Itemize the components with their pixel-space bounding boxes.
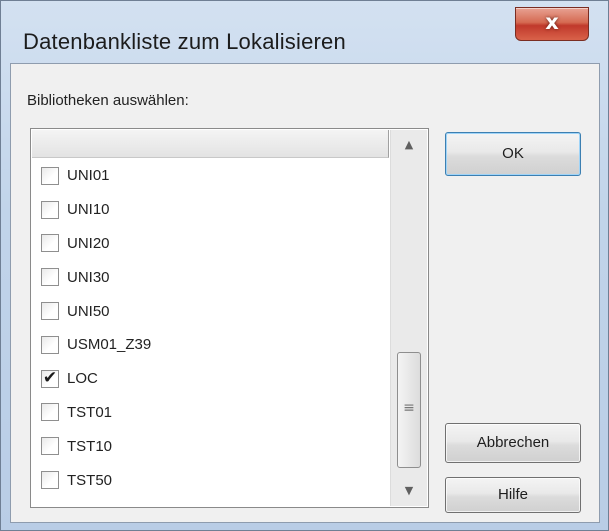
scroll-thumb[interactable]: ≡ xyxy=(397,352,421,468)
checkbox[interactable] xyxy=(41,268,59,287)
checkbox[interactable] xyxy=(41,302,59,321)
window-title: Datenbankliste zum Lokalisieren xyxy=(23,29,346,54)
checkbox[interactable] xyxy=(41,335,59,354)
list-item[interactable]: UNI01 xyxy=(32,159,389,193)
list-item-label: UNI20 xyxy=(67,234,110,252)
cancel-button[interactable]: Abbrechen xyxy=(445,423,581,463)
ok-button[interactable]: OK xyxy=(445,132,581,176)
list-item-label: UNI10 xyxy=(67,201,110,219)
checkbox[interactable] xyxy=(41,403,59,422)
list-item-label: TST01 xyxy=(67,403,113,421)
scroll-up-arrow-icon[interactable]: ▲ xyxy=(391,130,427,160)
list-item[interactable]: TST50 xyxy=(32,463,389,497)
list-item[interactable]: UNI10 xyxy=(32,193,389,227)
checkbox[interactable] xyxy=(41,234,59,253)
close-icon: x xyxy=(545,10,559,34)
checkbox[interactable] xyxy=(41,200,59,219)
title-bar[interactable]: Datenbankliste zum Lokalisieren x xyxy=(1,1,608,63)
list-column-header[interactable] xyxy=(32,130,389,158)
list-item[interactable]: USM01_Z39 xyxy=(32,328,389,362)
close-button[interactable]: x xyxy=(515,7,589,41)
library-list[interactable]: UNI01 UNI10 UNI20 UNI30 UNI50 USM01_Z39 ✔ LOC TS… xyxy=(30,128,429,508)
list-item[interactable]: TST10 xyxy=(32,429,389,463)
list-item-label: TST50 xyxy=(67,471,113,489)
checkbox[interactable] xyxy=(41,471,59,490)
list-items: UNI01 UNI10 UNI20 UNI30 UNI50 USM01_Z39 ✔ LOC TS… xyxy=(32,159,389,497)
help-button[interactable]: Hilfe xyxy=(445,477,581,513)
list-item-label: UNI01 xyxy=(67,167,110,185)
checkbox[interactable] xyxy=(41,166,59,185)
list-item[interactable]: TST01 xyxy=(32,396,389,430)
scroll-down-arrow-icon[interactable]: ▼ xyxy=(391,476,427,506)
list-item[interactable]: UNI50 xyxy=(32,294,389,328)
list-item-label: LOC xyxy=(67,370,98,388)
list-item[interactable]: ✔ LOC xyxy=(32,362,389,396)
checkbox[interactable] xyxy=(41,437,59,456)
dialog-client-area: Bibliotheken auswählen: UNI01 UNI10 UNI20 U… xyxy=(10,63,600,523)
list-item-label: TST10 xyxy=(67,437,113,455)
dialog-window: Datenbankliste zum Lokalisieren x Biblio… xyxy=(0,0,609,531)
list-item[interactable]: UNI30 xyxy=(32,260,389,294)
checkmark-icon: ✔ xyxy=(42,367,58,388)
scrollbar-grip-icon: ≡ xyxy=(403,400,415,416)
list-item-label: UNI50 xyxy=(67,302,110,320)
list-item[interactable]: UNI20 xyxy=(32,227,389,261)
list-item-label: USM01_Z39 xyxy=(67,336,152,354)
select-libraries-label: Bibliotheken auswählen: xyxy=(27,92,189,109)
list-item-label: UNI30 xyxy=(67,268,110,286)
checkbox[interactable]: ✔ xyxy=(41,367,59,388)
list-scrollbar[interactable]: ▲ ≡ ▼ xyxy=(390,130,427,506)
